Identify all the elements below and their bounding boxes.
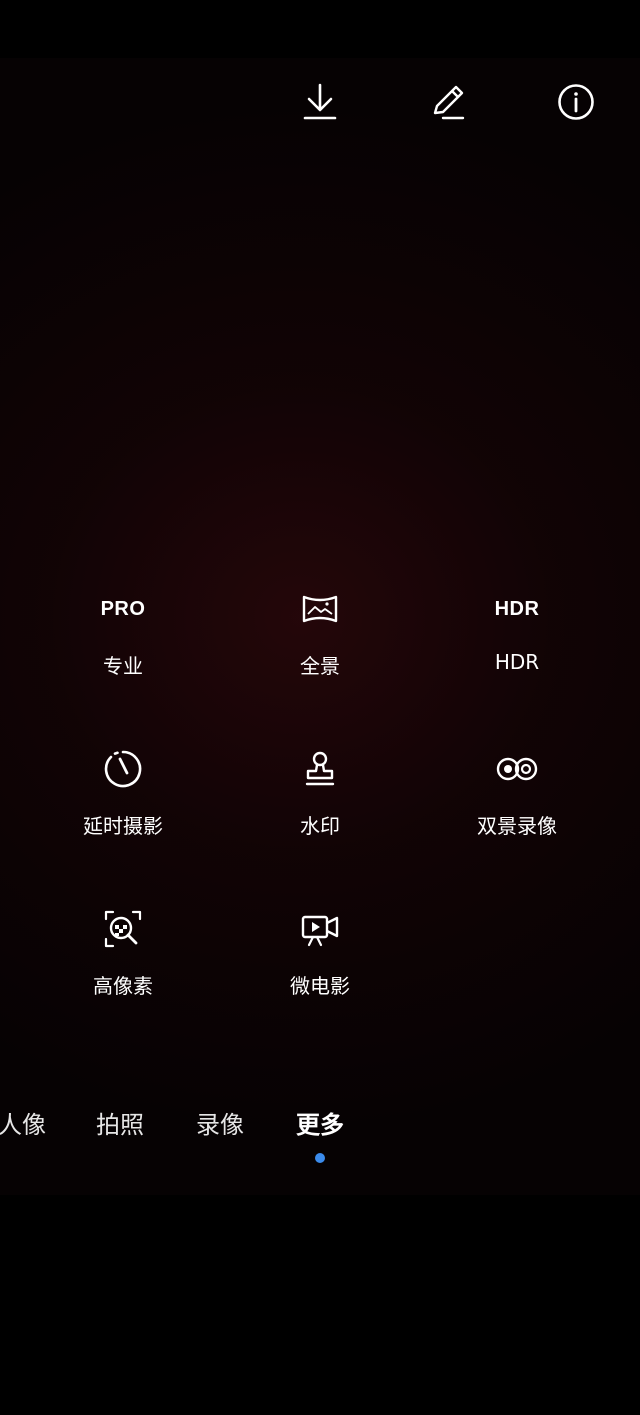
mode-hdr[interactable]: HDR HDR (427, 575, 607, 695)
mode-label: 水印 (300, 814, 340, 838)
top-toolbar (0, 70, 640, 134)
mode-label: 全景 (300, 654, 340, 678)
panorama-icon (302, 595, 338, 623)
mode-label: 双景录像 (477, 814, 557, 838)
download-button[interactable] (288, 70, 352, 134)
mode-micro-movie[interactable]: 微电影 (230, 895, 410, 1015)
mode-tab-photo[interactable]: 拍照 (96, 1105, 144, 1140)
high-res-icon (104, 910, 142, 948)
stamp-icon (305, 751, 335, 786)
download-icon (303, 83, 337, 120)
mode-label: 高像素 (93, 974, 153, 998)
mode-timelapse[interactable]: 延时摄影 (33, 735, 213, 855)
timelapse-icon (104, 750, 142, 788)
mode-pro[interactable]: PRO 专业 (33, 575, 213, 695)
dual-view-icon (496, 757, 538, 781)
camera-screen: PRO 专业 全景 HDR HDR 延时摄影 水印 双景录像 高像素 微电影 人… (0, 0, 640, 1415)
mode-high-res[interactable]: 高像素 (33, 895, 213, 1015)
mode-tab-portrait[interactable]: 人像 (0, 1105, 46, 1140)
hdr-icon: HDR (494, 597, 540, 620)
mode-tab-video[interactable]: 录像 (196, 1105, 244, 1140)
mode-label: 微电影 (290, 974, 350, 998)
mode-label: HDR (494, 650, 540, 674)
info-icon (558, 84, 594, 120)
info-button[interactable] (544, 70, 608, 134)
edit-icon (433, 85, 465, 120)
mode-label: 专业 (103, 654, 143, 678)
mode-watermark[interactable]: 水印 (230, 735, 410, 855)
edit-button[interactable] (416, 70, 480, 134)
mode-panorama[interactable]: 全景 (230, 575, 410, 695)
active-indicator (315, 1153, 325, 1163)
mode-label: 延时摄影 (83, 814, 163, 838)
mode-tab-more[interactable]: 更多 (296, 1105, 344, 1140)
mode-switcher: 人像 拍照 录像 更多 (0, 1105, 640, 1155)
pro-icon: PRO (100, 597, 146, 620)
mode-dual-view[interactable]: 双景录像 (427, 735, 607, 855)
micro-movie-icon (301, 915, 339, 947)
